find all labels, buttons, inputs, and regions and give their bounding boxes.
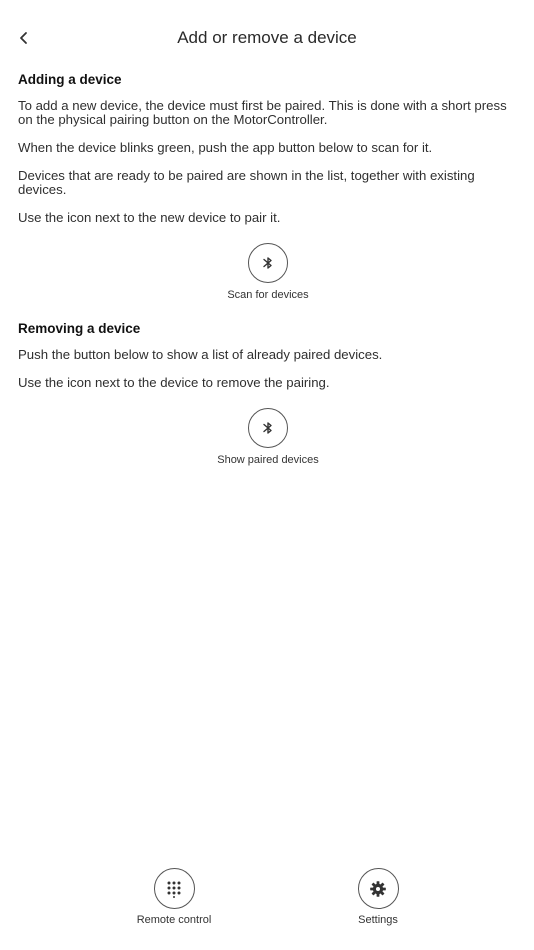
- removing-device-heading: Removing a device: [18, 321, 141, 336]
- adding-paragraph-4: Use the icon next to the new device to p…: [18, 210, 281, 225]
- adding-paragraph-3: Devices that are ready to be paired are …: [18, 168, 475, 197]
- remote-control-button[interactable]: [153, 868, 195, 909]
- scan-for-devices-action: Scan for devices: [18, 243, 518, 301]
- adding-paragraph-1: To add a new device, the device must fir…: [18, 98, 507, 127]
- nav-settings[interactable]: Settings: [338, 868, 418, 926]
- keypad-icon: [167, 881, 181, 898]
- show-paired-devices-label: Show paired devices: [217, 454, 319, 466]
- show-paired-devices-button[interactable]: [248, 408, 288, 448]
- content: Adding a device To add a new device, the…: [18, 72, 518, 466]
- show-paired-devices-action: Show paired devices: [18, 408, 518, 466]
- settings-button[interactable]: [357, 868, 399, 909]
- scan-for-devices-button[interactable]: [248, 243, 288, 283]
- bluetooth-icon: [263, 422, 272, 434]
- nav-remote-control[interactable]: Remote control: [126, 868, 222, 926]
- bottom-nav: Remote control Settings: [0, 868, 534, 938]
- adding-paragraph-2: When the device blinks green, push the a…: [18, 140, 433, 155]
- settings-label: Settings: [358, 914, 398, 926]
- scan-for-devices-label: Scan for devices: [227, 289, 309, 301]
- gear-icon: [370, 880, 386, 897]
- adding-device-heading: Adding a device: [18, 72, 122, 87]
- removing-paragraph-1: Push the button below to show a list of …: [18, 347, 383, 362]
- header: Add or remove a device: [0, 0, 534, 78]
- page-title: Add or remove a device: [177, 28, 357, 47]
- removing-paragraph-2: Use the icon next to the device to remov…: [18, 375, 330, 390]
- bluetooth-icon: [263, 257, 272, 269]
- remote-control-label: Remote control: [136, 914, 212, 926]
